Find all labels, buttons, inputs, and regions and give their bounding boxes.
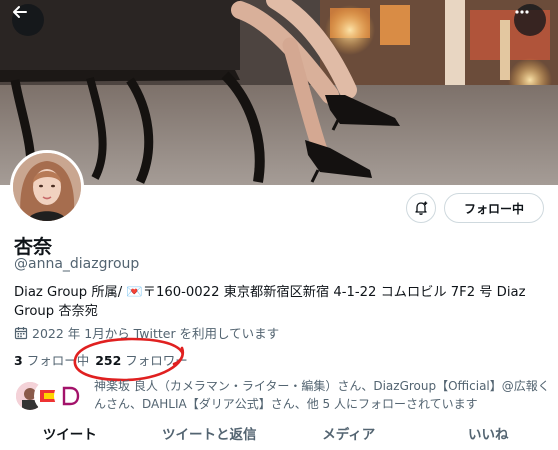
profile-banner[interactable] bbox=[0, 0, 558, 185]
followed-by-avatars bbox=[14, 380, 86, 412]
more-horizontal-icon bbox=[515, 10, 529, 14]
notify-button[interactable] bbox=[406, 193, 436, 223]
follower-avatar bbox=[54, 380, 86, 412]
profile-tabs: ツイート ツイートと返信 メディア いいね bbox=[0, 420, 558, 450]
back-button[interactable] bbox=[12, 4, 44, 36]
display-name: 杏奈 bbox=[14, 236, 53, 258]
more-button[interactable] bbox=[514, 4, 546, 36]
tab-tweets[interactable]: ツイート bbox=[0, 420, 140, 450]
banner-photo bbox=[0, 0, 558, 185]
tab-tweets-and-replies[interactable]: ツイートと返信 bbox=[140, 420, 280, 450]
profile-bio: Diaz Group 所属/ 💌〒160-0022 東京都新宿区新宿 4-1-2… bbox=[14, 285, 526, 319]
tab-media[interactable]: メディア bbox=[279, 420, 419, 450]
followed-by-text: 神楽坂 良人（カメラマン・ライター・編集）さん、DiazGroup【Offici… bbox=[94, 379, 550, 411]
dahlia-logo-icon bbox=[56, 382, 84, 410]
bell-plus-icon bbox=[415, 201, 428, 215]
following-count: 3 bbox=[14, 353, 23, 368]
user-handle: @anna_diazgroup bbox=[14, 256, 140, 272]
arrow-left-icon bbox=[13, 6, 27, 18]
followed-by-section[interactable]: 神楽坂 良人（カメラマン・ライター・編集）さん、DiazGroup【Offici… bbox=[14, 377, 554, 413]
tab-likes[interactable]: いいね bbox=[419, 420, 558, 450]
calendar-icon bbox=[14, 326, 28, 339]
profile-avatar[interactable] bbox=[10, 150, 84, 224]
avatar-image bbox=[13, 153, 81, 221]
following-button[interactable]: フォロー中 bbox=[444, 193, 544, 223]
